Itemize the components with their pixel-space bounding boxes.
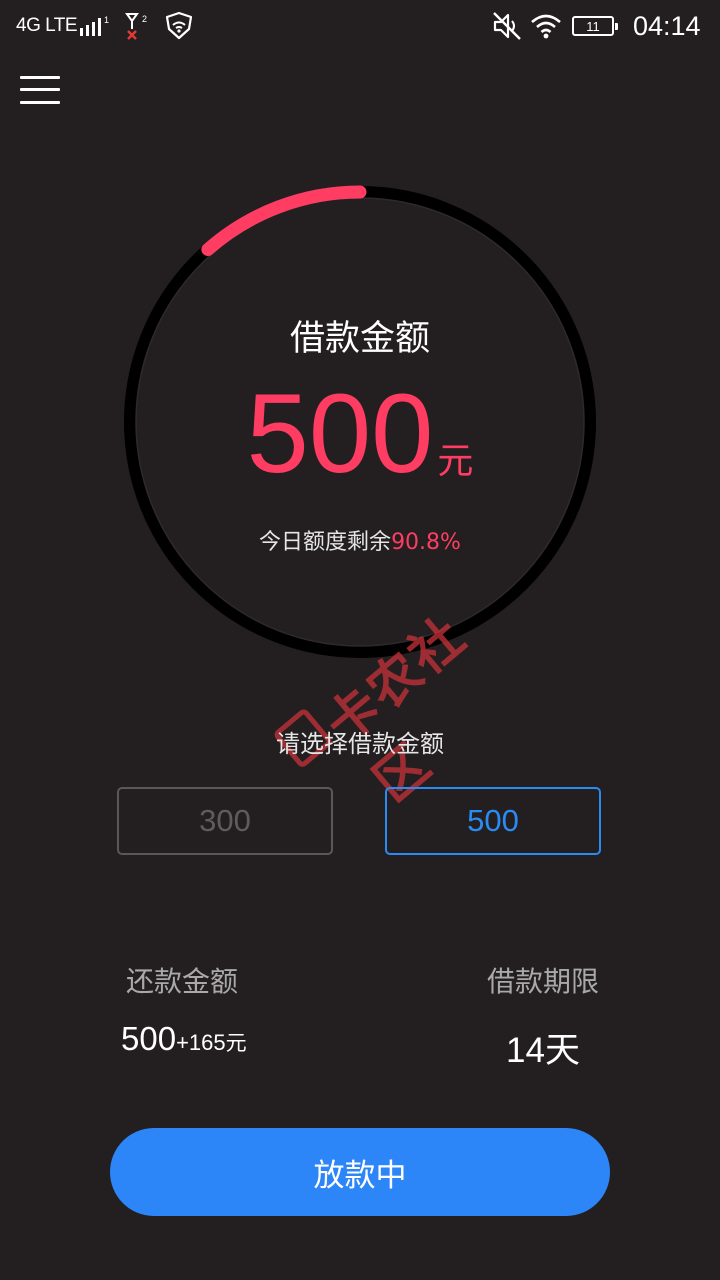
loan-term-value: 14天 (506, 1022, 580, 1073)
shield-wifi-indicator (163, 0, 195, 52)
signal-bars-icon: 1 (80, 15, 109, 36)
quota-remaining: 今日额度剩余90.8% (0, 524, 720, 556)
repay-extra: +165 (176, 1030, 226, 1055)
network-label: 4G LTE (16, 15, 78, 36)
sim2-indicator: 2 (124, 0, 150, 52)
loan-amount-unit: 元 (437, 441, 474, 482)
select-amount-label: 请选择借款金额 (276, 730, 444, 758)
repay-amount-value: 500+165元 (121, 1020, 247, 1058)
network-indicator: 4G LTE 1 (16, 0, 109, 52)
gauge-title: 借款金额 (289, 319, 430, 359)
battery-indicator: 11 (572, 0, 618, 52)
mute-icon (493, 12, 521, 40)
shield-wifi-icon (165, 11, 193, 40)
battery-level: 11 (586, 18, 600, 34)
status-bar: 4G LTE 1 2 11 04:14 (0, 0, 720, 52)
loan-term-number: 14 (506, 1031, 545, 1070)
loan-term-unit: 天 (544, 1031, 580, 1071)
quota-remaining-label: 今日额度剩余 (259, 530, 392, 555)
mute-indicator (490, 0, 524, 52)
sim2-no-signal-icon: 2 (125, 13, 147, 40)
loan-amount-display: 500 元 (0, 378, 720, 490)
battery-icon: 11 (572, 16, 618, 36)
hamburger-menu-icon[interactable] (20, 74, 60, 106)
gauge-arc (201, 185, 367, 256)
quota-remaining-percent: 90.8% (391, 530, 461, 555)
amount-option-500[interactable]: 500 (385, 787, 601, 855)
status-clock: 04:14 (633, 0, 701, 52)
svg-text:1: 1 (104, 15, 109, 25)
wifi-indicator (529, 0, 563, 52)
loan-amount-value: 500 (246, 371, 434, 496)
loan-term-label: 借款期限 (487, 965, 600, 998)
clock-time: 04:14 (633, 10, 701, 41)
wifi-icon (531, 14, 561, 39)
repay-amount-label: 还款金额 (126, 965, 239, 998)
repay-principal: 500 (121, 1020, 177, 1057)
sim2-label: 2 (142, 14, 147, 24)
amount-option-300[interactable]: 300 (117, 787, 333, 855)
disburse-button[interactable]: 放款中 (110, 1128, 610, 1216)
repay-unit: 元 (225, 1031, 247, 1055)
